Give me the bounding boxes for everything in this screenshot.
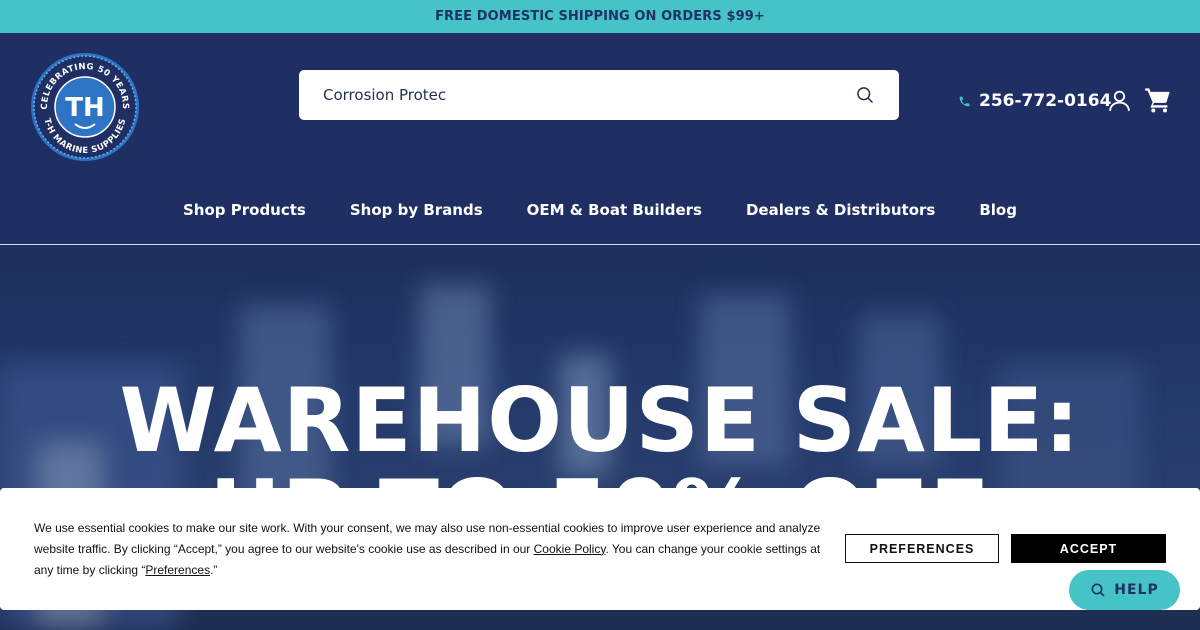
nav-blog[interactable]: Blog	[979, 201, 1017, 219]
logo-monogram: TH	[65, 93, 105, 123]
accept-button[interactable]: ACCEPT	[1011, 534, 1166, 563]
cookie-preferences-link[interactable]: Preferences	[145, 563, 210, 577]
nav-oem-boat-builders[interactable]: OEM & Boat Builders	[527, 201, 702, 219]
cookie-text-part-3: .”	[210, 562, 218, 577]
search-bar	[299, 70, 899, 120]
help-label: HELP	[1114, 582, 1159, 598]
help-button[interactable]: HELP	[1069, 570, 1180, 610]
nav-shop-by-brands[interactable]: Shop by Brands	[350, 201, 483, 219]
nav-shop-products[interactable]: Shop Products	[183, 201, 306, 219]
search-icon[interactable]	[855, 85, 875, 105]
promo-banner: FREE DOMESTIC SHIPPING ON ORDERS $99+	[0, 0, 1200, 33]
site-header: CELEBRATING 50 YEARS T-H MARINE SUPPLIES…	[0, 33, 1200, 245]
preferences-button[interactable]: PREFERENCES	[845, 534, 999, 563]
account-icon[interactable]	[1107, 88, 1132, 113]
main-navigation: Shop Products Shop by Brands OEM & Boat …	[0, 201, 1200, 219]
search-input[interactable]	[323, 86, 855, 104]
phone-link[interactable]: 256-772-0164	[958, 91, 1111, 111]
hero-title-line-1: WAREHOUSE SALE:	[119, 369, 1081, 472]
promo-text: FREE DOMESTIC SHIPPING ON ORDERS $99+	[435, 9, 765, 24]
cookie-policy-link[interactable]: Cookie Policy	[534, 542, 606, 556]
brand-logo[interactable]: CELEBRATING 50 YEARS T-H MARINE SUPPLIES…	[30, 52, 140, 162]
phone-icon	[959, 96, 970, 106]
phone-number: 256-772-0164	[979, 91, 1112, 111]
cookie-message: We use essential cookies to make our sit…	[34, 518, 834, 581]
nav-dealers-distributors[interactable]: Dealers & Distributors	[746, 201, 935, 219]
cart-icon[interactable]	[1144, 86, 1172, 114]
cookie-banner: We use essential cookies to make our sit…	[0, 488, 1200, 610]
help-search-icon	[1091, 583, 1105, 597]
